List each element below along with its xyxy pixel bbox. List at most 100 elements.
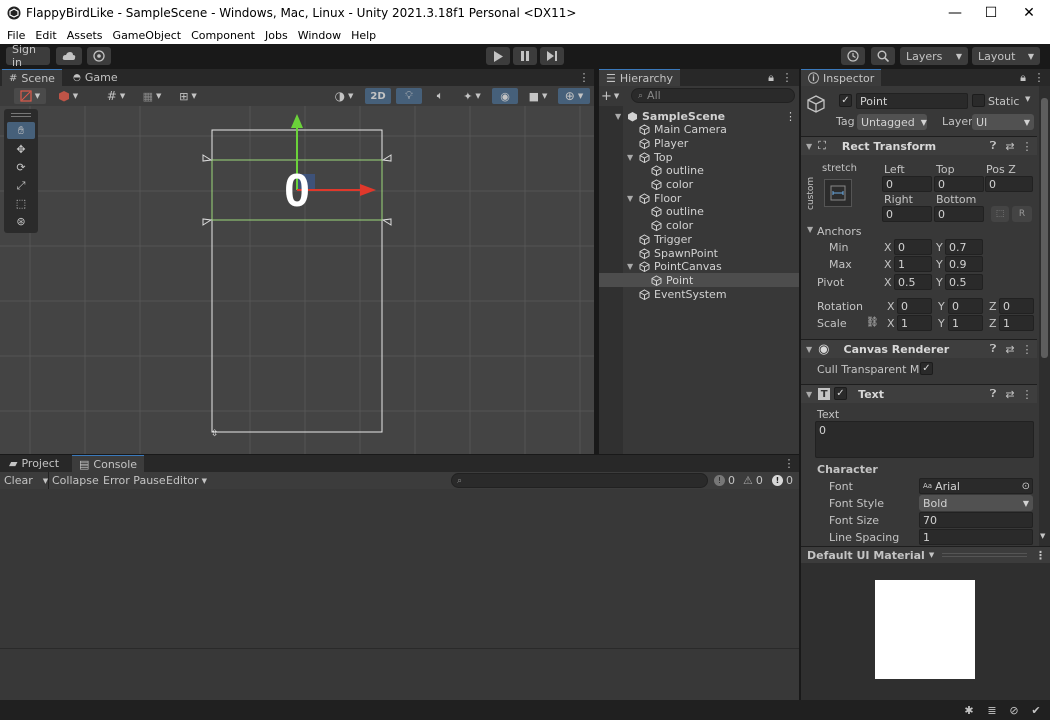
kebab-menu-icon[interactable]: ⋮ (1021, 388, 1033, 401)
tab-console[interactable]: ▤ Console (72, 455, 145, 472)
hierarchy-item[interactable]: Player (599, 136, 802, 150)
scale-tool-icon[interactable]: ⤢ (7, 177, 35, 194)
hierarchy-item[interactable]: ▼ Floor (599, 191, 802, 205)
rect-transform-header[interactable]: ▼ ⛶ Rect Transform (801, 136, 1037, 155)
maximize-button[interactable]: ☐ (972, 0, 1010, 26)
move-tool-icon[interactable]: ✥ (7, 141, 35, 158)
warning-count-toggle[interactable]: ⚠︎ 0 (743, 473, 763, 488)
fold-arrow-icon[interactable]: ▼ (627, 194, 633, 203)
anchor-min-x-field[interactable]: 0 (894, 239, 932, 255)
rotation-x-field[interactable]: 0 (897, 298, 932, 314)
effects-dropdown[interactable]: ✦ ▼ (456, 88, 488, 104)
bottom-field[interactable]: 0 (934, 206, 984, 222)
tab-hierarchy[interactable]: ☰ Hierarchy (599, 69, 681, 86)
hierarchy-item[interactable]: ▼ Top (599, 150, 802, 164)
ruler-dropdown[interactable]: ⊞ ▼ (172, 88, 204, 104)
blueprint-mode-button[interactable]: ⬚ (991, 206, 1009, 222)
material-preview-header[interactable]: Default UI Material ▼ ⋮ (801, 546, 1050, 563)
visibility-toggle[interactable]: ◉ (492, 88, 518, 104)
preset-icon[interactable]: ⇄ (1004, 343, 1016, 356)
preset-icon[interactable]: ⇄ (1004, 140, 1016, 153)
console-log-area[interactable] (0, 489, 799, 700)
pivot-x-field[interactable]: 0.5 (894, 274, 932, 290)
sign-in-button[interactable]: Sign in (6, 43, 50, 69)
hierarchy-item[interactable]: SpawnPoint (599, 246, 802, 260)
left-field[interactable]: 0 (882, 176, 932, 192)
hierarchy-search-input[interactable]: ⌕ All (631, 88, 795, 103)
bug-icon[interactable]: ✱ (962, 703, 976, 717)
layers-dropdown[interactable]: Layers ▼ (900, 47, 968, 65)
lock-icon[interactable]: 🔒︎ (765, 70, 777, 85)
audio-toggle[interactable]: 🔈︎ (427, 88, 453, 104)
menu-edit[interactable]: Edit (35, 29, 56, 42)
hierarchy-item[interactable]: EventSystem (599, 287, 802, 301)
play-button[interactable] (486, 47, 510, 65)
fold-arrow-icon[interactable]: ▼ (627, 153, 633, 162)
scene-viewport[interactable]: ⇳ 0 ✋︎ ✥ ⟳ ⤢ ⬚ ⊛ (0, 106, 594, 454)
hierarchy-item[interactable]: outline (599, 205, 802, 219)
console-detail-divider[interactable] (0, 648, 799, 649)
log-count-toggle[interactable]: ! 0 (714, 473, 735, 488)
tab-project[interactable]: ▰ Project (2, 455, 66, 472)
collab-button[interactable] (87, 47, 111, 65)
kebab-menu-icon[interactable]: ⋮ (1021, 343, 1033, 356)
hierarchy-item[interactable]: color (599, 178, 802, 192)
kebab-menu-icon[interactable]: ⋮ (1033, 70, 1045, 85)
top-field[interactable]: 0 (934, 176, 984, 192)
scroll-down-icon[interactable]: ▼ (1040, 532, 1045, 540)
tab-game[interactable]: ◓ Game (66, 69, 125, 86)
raw-edit-button[interactable]: R (1012, 206, 1032, 222)
render-mode-dropdown[interactable]: ▼ (52, 88, 84, 104)
draw-mode-dropdown[interactable]: ▼ (14, 88, 46, 104)
search-button[interactable] (871, 47, 895, 65)
rotate-tool-icon[interactable]: ⟳ (7, 159, 35, 176)
grid-snap-dropdown[interactable]: # ▼ (100, 88, 132, 104)
close-button[interactable]: ✕ (1010, 0, 1048, 26)
link-icon[interactable]: ⛓︎ (866, 317, 879, 328)
line-spacing-field[interactable]: 1 (919, 529, 1033, 545)
scale-z-field[interactable]: 1 (999, 315, 1034, 331)
fold-arrow-icon[interactable]: ▼ (807, 225, 813, 234)
preset-icon[interactable]: ⇄ (1004, 388, 1016, 401)
anchor-max-x-field[interactable]: 1 (894, 256, 932, 272)
transform-tool-icon[interactable]: ⊛ (7, 213, 35, 230)
tag-dropdown[interactable]: Untagged ▼ (857, 114, 927, 130)
object-picker-icon[interactable]: ⊙ (1022, 481, 1030, 492)
lock-icon[interactable]: 🔒︎ (1017, 70, 1029, 85)
rect-tool-icon[interactable]: ⬚ (7, 195, 35, 212)
collapse-toggle[interactable]: Collapse (52, 473, 99, 488)
menu-component[interactable]: Component (191, 29, 255, 42)
anchor-max-y-field[interactable]: 0.9 (945, 256, 983, 272)
drag-handle[interactable] (942, 553, 1027, 557)
error-pause-toggle[interactable]: Error Pause (103, 473, 166, 488)
minimize-button[interactable]: — (936, 0, 974, 26)
cloud-button[interactable] (56, 47, 82, 65)
font-style-dropdown[interactable]: Bold ▼ (919, 495, 1033, 511)
hierarchy-item[interactable]: ▼ PointCanvas (599, 260, 802, 274)
scale-x-field[interactable]: 1 (897, 315, 932, 331)
menu-window[interactable]: Window (298, 29, 341, 42)
kebab-menu-icon[interactable]: ⋮ (783, 456, 795, 471)
kebab-menu-icon[interactable]: ⋮ (1021, 140, 1033, 153)
menu-file[interactable]: File (7, 29, 25, 42)
kebab-menu-icon[interactable]: ⋮ (578, 70, 590, 85)
menu-assets[interactable]: Assets (67, 29, 103, 42)
static-checkbox[interactable] (972, 94, 985, 107)
hierarchy-item[interactable]: ▼ SampleScene ⋮ (599, 109, 802, 123)
posz-field[interactable]: 0 (985, 176, 1033, 192)
anchor-min-y-field[interactable]: 0.7 (945, 239, 983, 255)
cull-transparent-checkbox[interactable]: ✓ (920, 362, 933, 375)
hand-tool-icon[interactable]: ✋︎ (7, 122, 35, 139)
shading-dropdown[interactable]: ◑ ▼ (328, 88, 360, 104)
help-icon[interactable]: ❓︎ (987, 387, 999, 400)
scale-y-field[interactable]: 1 (948, 315, 983, 331)
kebab-menu-icon[interactable]: ⋮ (785, 110, 796, 123)
font-field[interactable]: Aa Arial ⊙ (919, 478, 1033, 494)
create-dropdown[interactable]: + ▼ (601, 89, 627, 104)
toggle-2d-button[interactable]: 2D (365, 88, 391, 104)
step-button[interactable] (540, 47, 564, 65)
clear-button[interactable]: Clear ▼ (4, 473, 48, 488)
tab-inspector[interactable]: ⓘ Inspector (801, 69, 882, 86)
increment-snap-dropdown[interactable]: ▦ ▼ (138, 88, 166, 104)
menu-jobs[interactable]: Jobs (265, 29, 288, 42)
